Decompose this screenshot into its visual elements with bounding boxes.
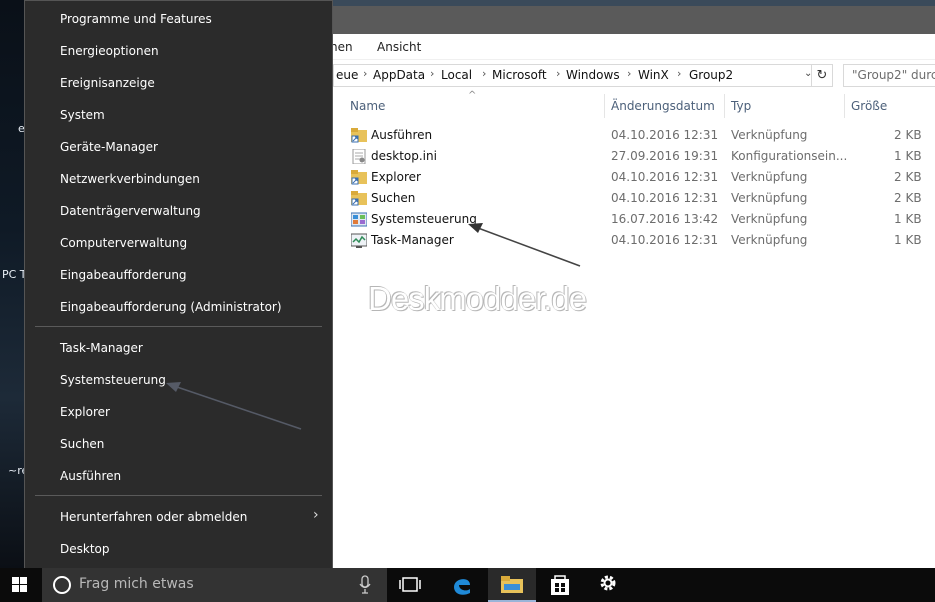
search-input[interactable]: "Group2" durch [843,64,935,87]
breadcrumb-item[interactable]: AppData [373,68,425,82]
breadcrumb-item[interactable]: eue [336,68,358,82]
breadcrumb-separator-icon[interactable]: › [677,67,681,80]
breadcrumb-item[interactable]: Windows [566,68,620,82]
ribbon: hen Ansicht [325,34,935,60]
file-type: Verknüpfung [731,128,808,142]
breadcrumb-item[interactable]: WinX [638,68,669,82]
shortcut-icon [351,128,367,143]
file-size: 2 KB [894,128,922,142]
file-type: Verknüpfung [731,212,808,226]
settings-gear-icon [600,575,616,591]
control-panel-icon [351,212,367,227]
breadcrumb-separator-icon[interactable]: › [430,67,434,80]
ini-file-icon [352,149,366,164]
winx-power-menu: Programme und Features Energieoptionen E… [24,0,333,572]
file-size: 1 KB [894,149,922,163]
file-name: desktop.ini [371,149,437,163]
file-name: Explorer [371,170,421,184]
file-name: Systemsteuerung [371,212,477,226]
breadcrumb-separator-icon[interactable]: › [627,67,631,80]
column-divider[interactable] [604,94,605,118]
file-name: Ausführen [371,128,433,142]
start-button[interactable] [0,568,42,602]
file-type: Konfigurationsein... [731,149,848,163]
column-header-date[interactable]: Änderungsdatum [611,99,715,113]
watermark-text: Deskmodder.de [368,280,587,317]
file-type: Verknüpfung [731,233,808,247]
breadcrumb-separator-icon[interactable]: › [482,67,486,80]
column-divider[interactable] [724,94,725,118]
column-header-row: ^ Name Änderungsdatum Typ Größe [325,90,935,118]
breadcrumb-item[interactable]: Local [441,68,472,82]
edge-button[interactable] [438,568,486,602]
file-date: 16.07.2016 13:42 [611,212,719,226]
file-row[interactable]: desktop.ini 27.09.2016 19:31 Konfigurati… [325,146,935,167]
breadcrumb-separator-icon[interactable]: › [556,67,560,80]
task-view-icon [399,577,421,592]
windows-logo-icon [12,577,27,592]
breadcrumb-separator-icon[interactable]: › [363,67,367,80]
column-divider[interactable] [844,94,845,118]
store-button[interactable] [536,568,584,602]
file-type: Verknüpfung [731,170,808,184]
file-explorer-window: hen Ansicht eue › AppData › Local › Micr… [325,0,935,568]
file-row[interactable]: Task-Manager 04.10.2016 12:31 Verknüpfun… [325,230,935,251]
settings-button[interactable] [584,568,632,602]
task-manager-icon [351,233,367,248]
file-explorer-button[interactable] [488,568,536,602]
file-size: 2 KB [894,191,922,205]
column-header-name[interactable]: Name [350,99,385,113]
file-row[interactable]: Explorer 04.10.2016 12:31 Verknüpfung 2 … [325,167,935,188]
file-date: 27.09.2016 19:31 [611,149,719,163]
edge-icon [454,579,470,595]
file-name: Suchen [371,191,416,205]
cortana-search-box[interactable]: Frag mich etwas [42,568,387,602]
taskbar: Frag mich etwas [0,568,935,602]
column-header-size[interactable]: Größe [851,99,887,113]
breadcrumb-item-current[interactable]: Group2 [689,68,733,82]
file-row[interactable]: Suchen 04.10.2016 12:31 Verknüpfung 2 KB [325,188,935,209]
file-date: 04.10.2016 12:31 [611,170,719,184]
file-date: 04.10.2016 12:31 [611,233,719,247]
file-row[interactable]: Systemsteuerung 16.07.2016 13:42 Verknüp… [325,209,935,230]
file-size: 2 KB [894,170,922,184]
task-view-button[interactable] [387,568,435,602]
file-date: 04.10.2016 12:31 [611,191,719,205]
file-date: 04.10.2016 12:31 [611,128,719,142]
file-row[interactable]: Ausführen 04.10.2016 12:31 Verknüpfung 2… [325,125,935,146]
shortcut-icon [351,191,367,206]
file-name: Task-Manager [371,233,454,247]
refresh-icon[interactable]: ↻ [811,64,833,87]
microphone-icon[interactable] [358,575,372,595]
file-size: 1 KB [894,212,922,226]
file-type: Verknüpfung [731,191,808,205]
column-header-type[interactable]: Typ [731,99,751,113]
desktop-icon-label[interactable]: PC T [2,268,27,281]
annotation-arrow-menu [166,382,302,430]
store-icon [551,575,569,595]
file-size: 1 KB [894,233,922,247]
file-explorer-icon [501,576,523,593]
breadcrumb-item[interactable]: Microsoft [492,68,547,82]
cortana-search-placeholder: Frag mich etwas [79,576,194,592]
title-bar[interactable] [325,6,935,34]
address-bar[interactable]: eue › AppData › Local › Microsoft › Wind… [333,64,833,87]
ribbon-tab-ansicht[interactable]: Ansicht [377,40,421,54]
sort-ascending-icon: ^ [468,90,477,101]
shortcut-icon [351,170,367,185]
cortana-icon [53,576,71,594]
